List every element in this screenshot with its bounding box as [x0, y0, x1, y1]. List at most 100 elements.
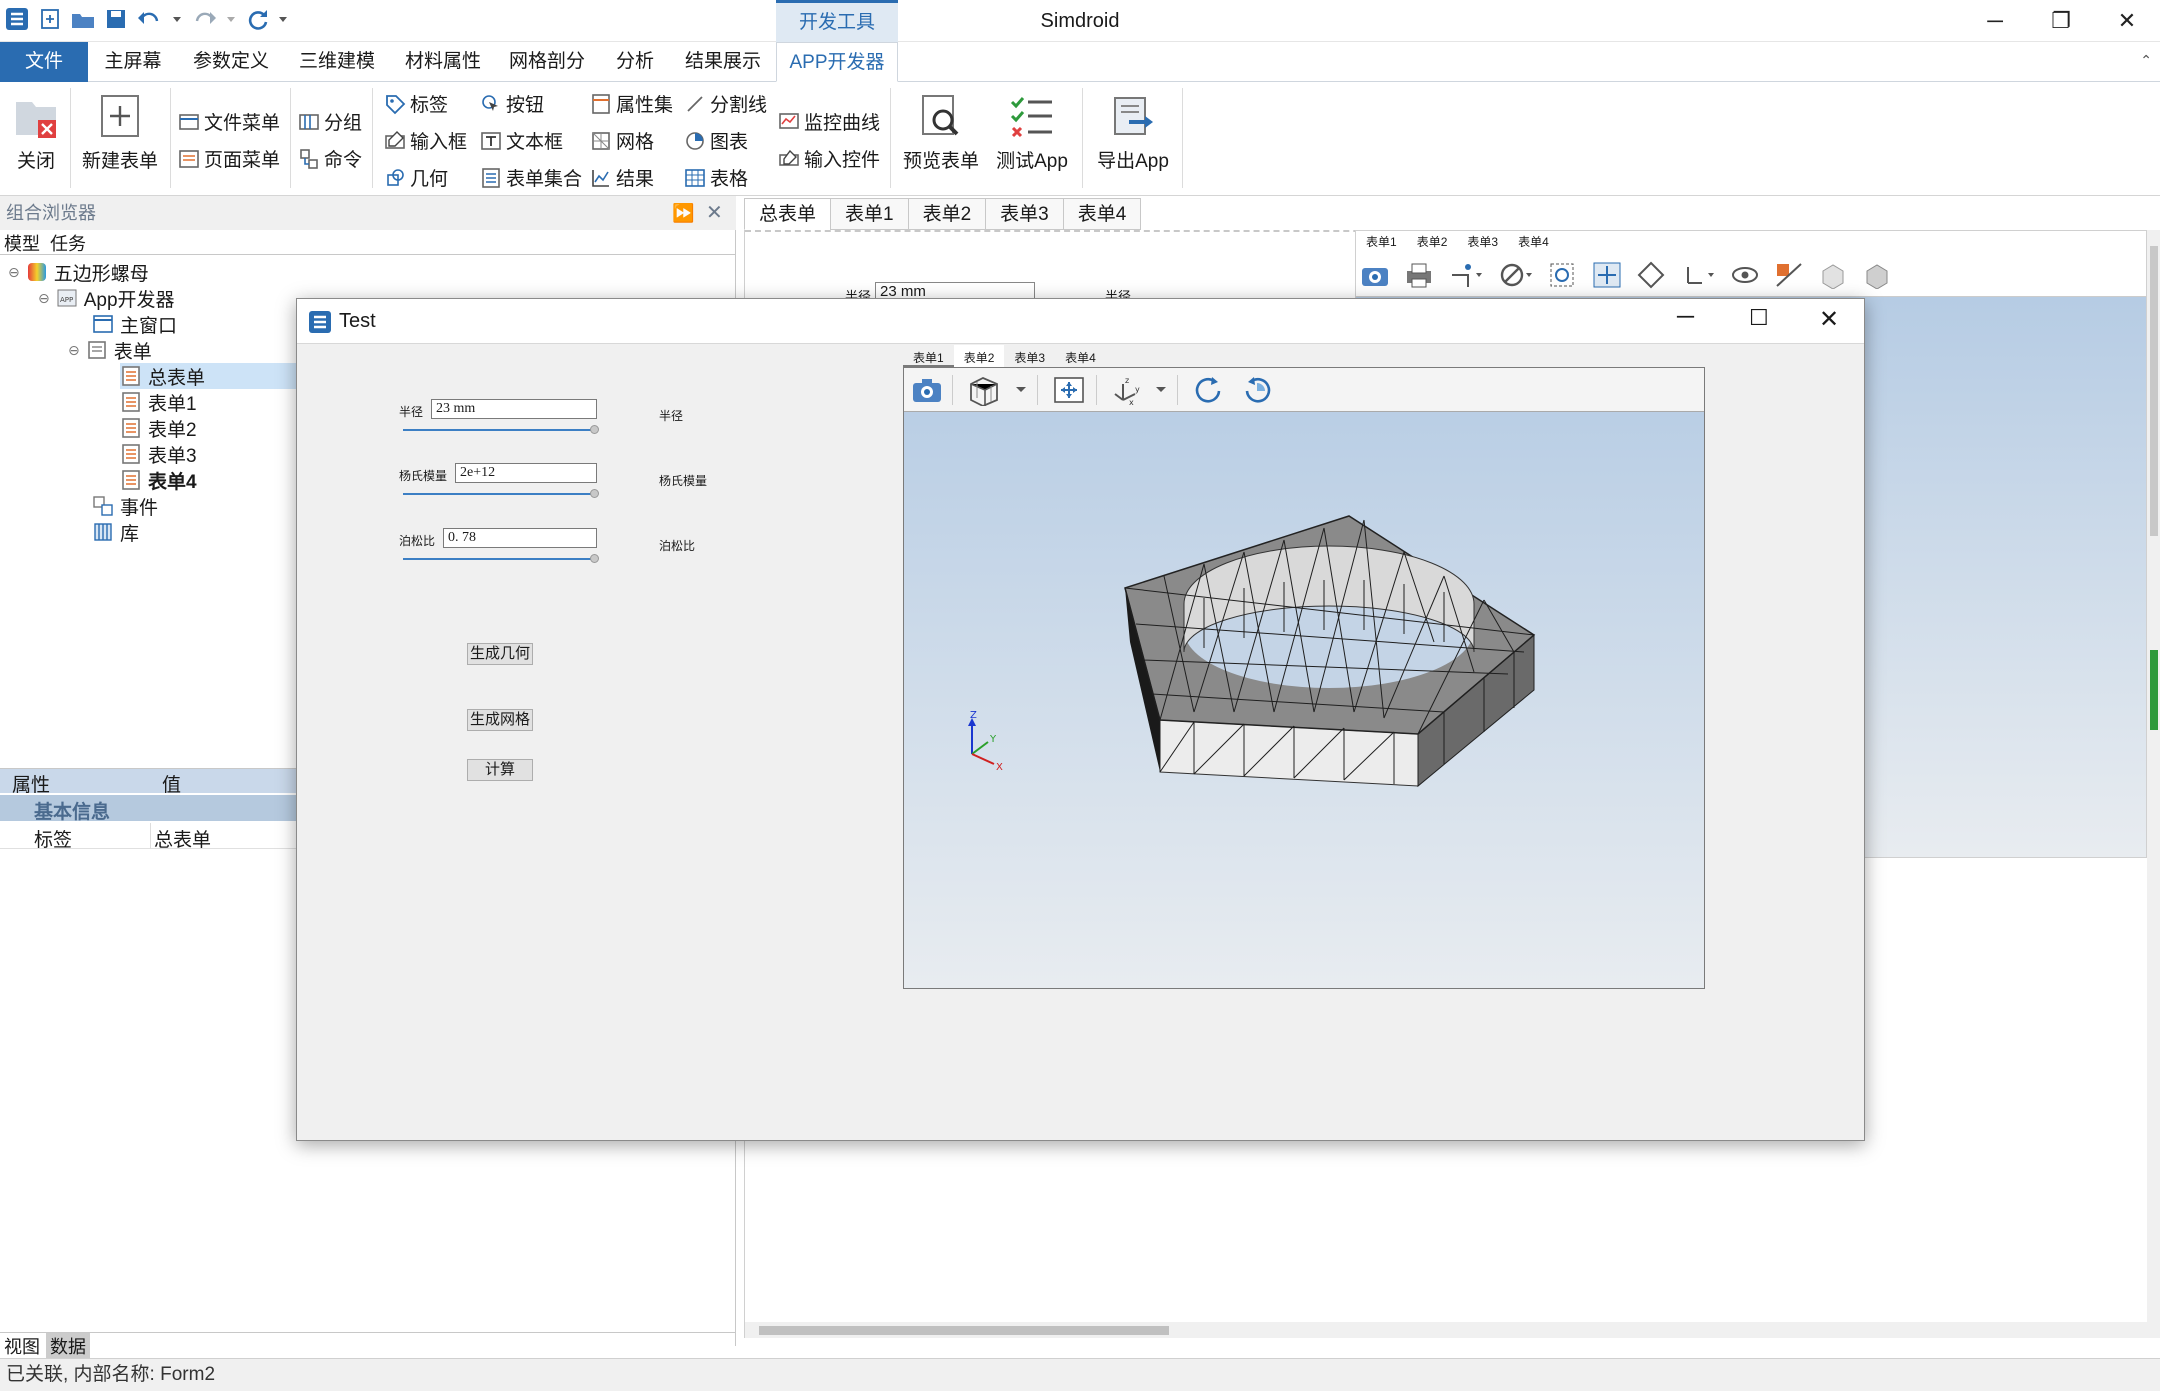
tab-form-4[interactable]: 表单4 [1062, 198, 1142, 230]
mesh-button[interactable]: 网格 [590, 127, 654, 154]
tab-form-main[interactable]: 总表单 [744, 198, 831, 230]
mini-tab-3[interactable]: 表单3 [1467, 231, 1498, 253]
tab-3d-modeling[interactable]: 三维建模 [292, 42, 382, 82]
close-panel-icon[interactable]: ✕ [706, 196, 723, 230]
vertical-scrollbar[interactable] [2147, 230, 2160, 1338]
dialog-close-button[interactable]: ✕ [1819, 305, 1839, 334]
radius-slider-thumb[interactable] [590, 425, 599, 434]
poisson-ratio-input[interactable]: 0. 78 [443, 528, 597, 548]
tree-node-form-3[interactable]: 表单3 [120, 441, 197, 467]
page-menu-button[interactable]: 页面菜单 [178, 145, 280, 172]
camera-icon[interactable] [1360, 261, 1390, 288]
poisson-ratio-slider-thumb[interactable] [590, 554, 599, 563]
button-button[interactable]: 按钮 [480, 90, 544, 117]
collapse-icon[interactable]: ⊖ [8, 264, 20, 281]
chart-button[interactable]: 图表 [684, 127, 748, 154]
tree-node-library[interactable]: 库 [92, 519, 139, 545]
export-app-button[interactable]: 导出App [1092, 92, 1174, 173]
view-cube-dropdown-icon[interactable] [1015, 374, 1038, 405]
tab-parameters[interactable]: 参数定义 [186, 42, 276, 82]
viewer-tab-1[interactable]: 表单1 [903, 345, 954, 367]
axes-view-dropdown-icon[interactable] [1155, 374, 1178, 405]
collapse-icon[interactable]: ⊖ [68, 342, 80, 359]
radius-input[interactable]: 23 mm [431, 399, 597, 419]
viewer-tab-4[interactable]: 表单4 [1055, 345, 1106, 367]
generate-geometry-button[interactable]: 生成几何 [467, 643, 533, 665]
tab-material[interactable]: 材料属性 [398, 42, 488, 82]
label-button[interactable]: 标签 [384, 90, 448, 117]
tree-node-form-1[interactable]: 表单1 [120, 389, 197, 415]
viewer-tab-2[interactable]: 表单2 [953, 345, 1005, 367]
visibility-icon[interactable] [1730, 261, 1760, 288]
test-app-button[interactable]: 测试App [992, 92, 1072, 173]
preview-form-button[interactable]: 预览表单 [900, 92, 982, 173]
tab-app-developer[interactable]: APP开发器 [776, 42, 898, 82]
wire-box-icon[interactable] [1862, 261, 1892, 289]
dialog-maximize-button[interactable]: ☐ [1749, 305, 1769, 331]
print-icon[interactable] [1404, 261, 1434, 288]
axis-view-icon[interactable] [1680, 261, 1716, 288]
monitor-curve-button[interactable]: 监控曲线 [778, 108, 880, 135]
mini-tab-1[interactable]: 表单1 [1366, 231, 1397, 253]
view-cube-icon[interactable] [967, 374, 1001, 406]
compute-button[interactable]: 计算 [467, 759, 533, 781]
tab-home[interactable]: 主屏幕 [98, 42, 168, 82]
tab-form-2[interactable]: 表单2 [907, 198, 986, 230]
youngs-modulus-slider-thumb[interactable] [590, 489, 599, 498]
restore-button[interactable]: ❐ [2028, 0, 2094, 42]
tab-model[interactable]: 模型 [4, 230, 40, 256]
rotate-cw-icon[interactable] [1192, 374, 1226, 406]
property-set-button[interactable]: 属性集 [590, 90, 673, 117]
group-button[interactable]: 分组 [298, 108, 362, 135]
clip-plane-icon[interactable] [1774, 261, 1804, 288]
tree-node-events[interactable]: 事件 [92, 493, 158, 519]
tab-file[interactable]: 文件 [0, 42, 88, 82]
close-button[interactable]: ✕ [2094, 0, 2160, 42]
tree-node-form-2[interactable]: 表单2 [120, 415, 197, 441]
tree-node-main-window[interactable]: 主窗口 [92, 311, 177, 337]
tab-form-1[interactable]: 表单1 [830, 198, 908, 230]
measure-icon[interactable] [1448, 261, 1484, 288]
tree-node-app-dev[interactable]: ⊖ APP App开发器 [38, 285, 175, 311]
close-form-button[interactable]: 关闭 [10, 92, 62, 173]
tab-analysis[interactable]: 分析 [608, 42, 662, 82]
generate-mesh-button[interactable]: 生成网格 [467, 709, 533, 731]
shaded-box-icon[interactable] [1818, 261, 1848, 289]
result-button[interactable]: 结果 [590, 164, 654, 191]
3d-viewer[interactable]: zyx Z Y X [903, 367, 1705, 989]
collapse-ribbon-icon[interactable]: ⌃ [2140, 52, 2152, 69]
form-set-button[interactable]: 表单集合 [480, 164, 582, 191]
youngs-modulus-slider[interactable] [403, 493, 595, 495]
tab-results[interactable]: 结果展示 [678, 42, 768, 82]
table-button[interactable]: 表格 [684, 164, 748, 191]
section-icon[interactable] [1498, 261, 1534, 288]
minimize-button[interactable]: ─ [1962, 0, 2028, 42]
dock-arrows-icon[interactable]: ⏩ [672, 196, 694, 230]
text-box-button[interactable]: 文本框 [480, 127, 563, 154]
zoom-box-icon[interactable] [1548, 261, 1578, 288]
mini-tab-2[interactable]: 表单2 [1417, 231, 1448, 253]
rotate-view-icon[interactable] [1636, 261, 1666, 289]
collapse-icon[interactable]: ⊖ [38, 290, 50, 307]
viewer-tab-3[interactable]: 表单3 [1004, 345, 1055, 367]
tree-node-forms[interactable]: ⊖ 表单 [68, 337, 152, 363]
file-menu-button[interactable]: 文件菜单 [178, 108, 280, 135]
tree-node-form-main[interactable]: 总表单 [120, 363, 296, 389]
new-form-button[interactable]: 新建表单 [80, 92, 160, 173]
horizontal-scrollbar[interactable] [745, 1322, 2147, 1338]
tree-node-form-4[interactable]: 表单4 [120, 467, 197, 493]
screenshot-camera-icon[interactable] [910, 374, 953, 405]
tab-meshing[interactable]: 网格剖分 [502, 42, 592, 82]
tab-form-3[interactable]: 表单3 [985, 198, 1063, 230]
input-box-button[interactable]: 输入框 [384, 127, 467, 154]
dialog-minimize-button[interactable]: ─ [1677, 303, 1694, 331]
divider-button[interactable]: 分割线 [684, 90, 767, 117]
fit-all-icon[interactable] [1592, 261, 1622, 288]
tree-node-root[interactable]: ⊖ 五边形螺母 [8, 259, 149, 285]
command-button[interactable]: 命令 [298, 145, 362, 172]
youngs-modulus-input[interactable]: 2e+12 [455, 463, 597, 483]
mini-tab-4[interactable]: 表单4 [1518, 231, 1549, 253]
input-control-button[interactable]: 输入控件 [778, 145, 880, 172]
radius-slider[interactable] [403, 429, 595, 431]
tab-data[interactable]: 数据 [46, 1333, 90, 1359]
